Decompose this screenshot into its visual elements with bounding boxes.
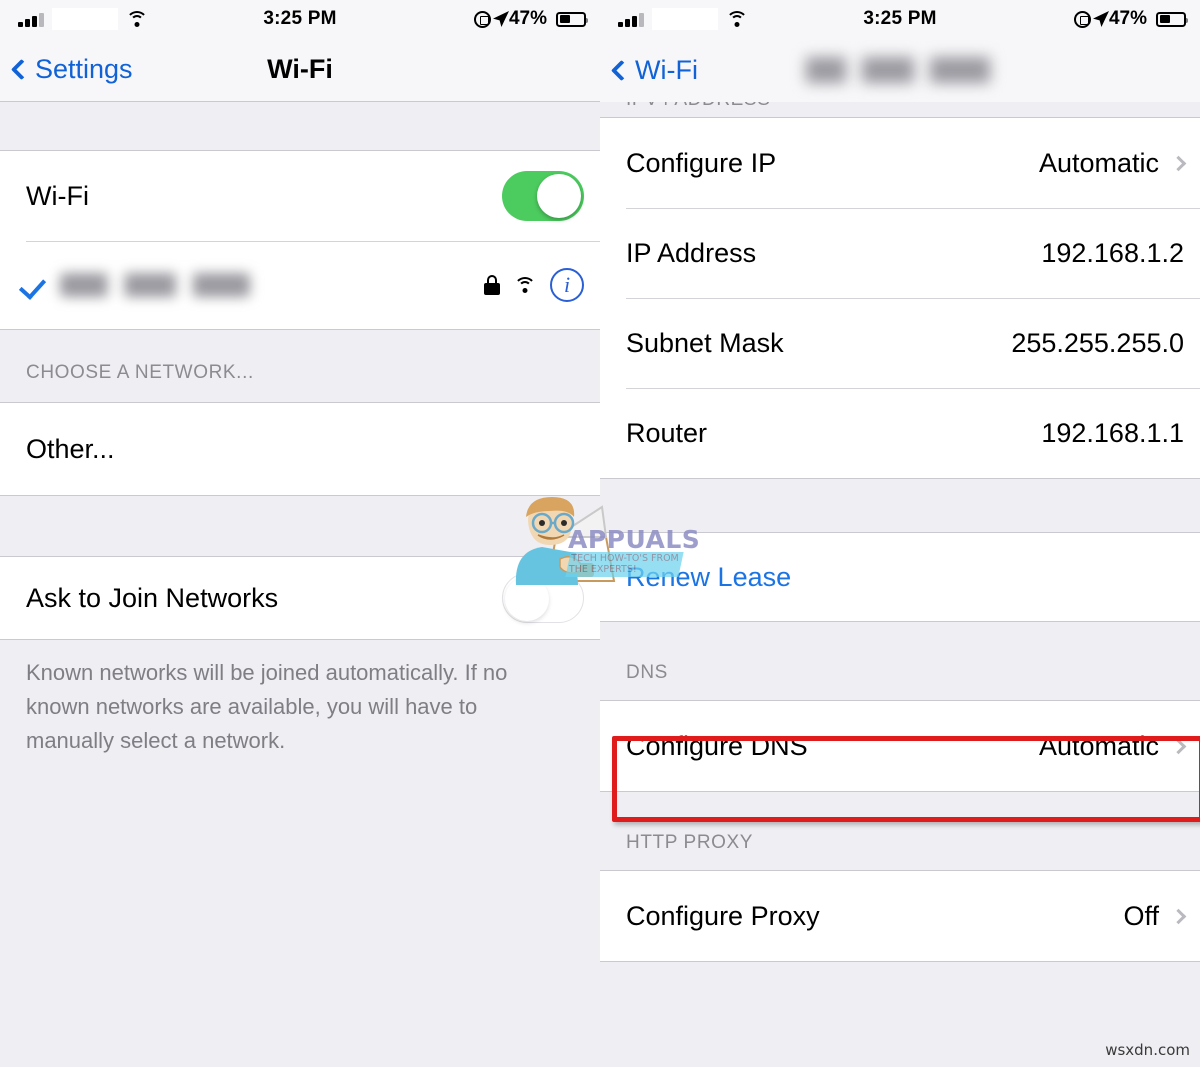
clock-time: 3:25 PM — [863, 8, 937, 29]
section-header-ipv4-label: IPV4 ADDRESS — [626, 102, 770, 111]
row-configure-proxy[interactable]: Configure Proxy Off — [600, 871, 1200, 961]
section-header-dns: DNS — [600, 622, 1200, 700]
site-watermark: wsxdn.com — [1105, 1041, 1190, 1059]
status-bar-right-group: 47% — [473, 0, 588, 38]
row-ip-address[interactable]: IP Address 192.168.1.2 — [600, 208, 1200, 298]
row-router-value: 192.168.1.1 — [1041, 417, 1184, 448]
row-router-value-group: 192.168.1.1 — [1041, 418, 1184, 449]
page-title-wifi: Wi-Fi — [267, 54, 333, 84]
row-subnet-mask[interactable]: Subnet Mask 255.255.255.0 — [600, 298, 1200, 388]
row-ask-to-join-label: Ask to Join Networks — [26, 582, 279, 613]
row-ip-address-value-group: 192.168.1.2 — [1041, 238, 1184, 269]
dns-group: Configure DNS Automatic — [600, 700, 1200, 792]
row-router[interactable]: Router 192.168.1.1 — [600, 388, 1200, 478]
row-configure-ip[interactable]: Configure IP Automatic — [600, 118, 1200, 208]
row-wifi-toggle-label: Wi-Fi — [26, 180, 89, 211]
row-wifi-toggle-control — [502, 171, 584, 221]
status-bar-right: 3:25 PM 47% — [600, 0, 1200, 38]
row-ip-address-value: 192.168.1.2 — [1041, 237, 1184, 268]
row-other-label: Other... — [26, 433, 115, 464]
row-renew-lease[interactable]: Renew Lease — [600, 533, 1200, 621]
screenshot-root: 3:25 PM 47% Settings Wi-Fi Wi-Fi i CHOOS… — [0, 0, 1200, 1067]
row-configure-proxy-label: Configure Proxy — [626, 900, 820, 931]
ask-to-join-group: Ask to Join Networks — [0, 557, 600, 640]
left-phone-panel: 3:25 PM 47% Settings Wi-Fi Wi-Fi i CHOOS… — [0, 0, 600, 1067]
right-phone-panel: 3:25 PM 47% Wi-Fi IPV4 ADDRESS — [600, 0, 1200, 1067]
status-bar-right-group: 47% — [1073, 0, 1188, 38]
row-ask-to-join-control — [502, 573, 584, 623]
back-button-wifi[interactable]: Wi-Fi — [610, 54, 698, 86]
battery-percent-label: 47% — [508, 8, 547, 29]
section-header-ipv4-clipped: IPV4 ADDRESS — [600, 102, 1200, 118]
row-configure-proxy-value-group: Off — [1123, 900, 1187, 932]
spacer-before-renew-lease — [600, 479, 1200, 532]
chevron-left-icon — [610, 59, 633, 81]
chevron-right-icon — [1170, 908, 1187, 924]
row-configure-dns-value: Automatic — [1038, 730, 1159, 761]
row-configure-ip-label: Configure IP — [626, 147, 777, 178]
row-router-label: Router — [626, 417, 708, 448]
ask-to-join-toggle-switch[interactable] — [502, 573, 584, 623]
battery-icon — [556, 11, 588, 27]
page-title-network-redacted — [800, 57, 1000, 83]
renew-lease-group: Renew Lease — [600, 532, 1200, 622]
row-configure-dns-value-group: Automatic — [1038, 730, 1187, 762]
back-button-label: Wi-Fi — [635, 54, 698, 85]
row-subnet-mask-value-group: 255.255.255.0 — [1011, 328, 1184, 359]
row-subnet-mask-label: Subnet Mask — [626, 327, 784, 358]
footer-note-known-networks: Known networks will be joined automatica… — [0, 640, 600, 758]
nav-bar-left: Settings Wi-Fi — [0, 38, 600, 102]
section-header-http-proxy: HTTP PROXY — [600, 792, 1200, 870]
row-configure-dns-label: Configure DNS — [626, 730, 808, 761]
lock-icon — [484, 275, 500, 295]
section-header-choose-network: CHOOSE A NETWORK... — [0, 330, 600, 402]
spacer-before-ask-join — [0, 497, 600, 557]
chevron-right-icon — [1170, 738, 1187, 754]
battery-icon — [1156, 11, 1188, 27]
wifi-toggle-switch[interactable] — [502, 171, 584, 221]
row-wifi-toggle[interactable]: Wi-Fi — [0, 151, 600, 241]
ipv4-address-group: Configure IP Automatic IP Address 192.16… — [600, 118, 1200, 479]
row-configure-proxy-value: Off — [1123, 900, 1159, 931]
status-bar-left: 3:25 PM 47% — [0, 0, 600, 38]
http-proxy-group: Configure Proxy Off — [600, 870, 1200, 962]
row-ask-to-join[interactable]: Ask to Join Networks — [0, 557, 600, 639]
info-icon[interactable]: i — [550, 268, 584, 302]
renew-lease-button[interactable]: Renew Lease — [626, 562, 791, 593]
rotation-lock-icon — [1073, 10, 1091, 28]
nav-bar-right: Wi-Fi — [600, 38, 1200, 102]
checkmark-icon — [22, 272, 48, 298]
chevron-right-icon — [1170, 155, 1187, 171]
row-connected-network[interactable]: i — [0, 241, 600, 329]
clock-time: 3:25 PM — [263, 8, 337, 29]
row-configure-dns[interactable]: Configure DNS Automatic — [600, 701, 1200, 791]
wifi-settings-group: Wi-Fi i — [0, 150, 600, 330]
spacer-above-wifi-group — [0, 102, 600, 150]
row-configure-ip-value: Automatic — [1038, 147, 1159, 178]
row-configure-ip-value-group: Automatic — [1038, 147, 1187, 179]
battery-percent-label: 47% — [1108, 8, 1147, 29]
row-subnet-mask-value: 255.255.255.0 — [1011, 327, 1184, 358]
row-other-network[interactable]: Other... — [0, 403, 600, 495]
connected-ssid-redacted — [60, 273, 250, 297]
other-network-group: Other... — [0, 402, 600, 496]
wifi-signal-icon — [514, 277, 536, 293]
connected-network-icons: i — [484, 268, 584, 302]
rotation-lock-icon — [473, 10, 491, 28]
row-ip-address-label: IP Address — [626, 237, 757, 268]
